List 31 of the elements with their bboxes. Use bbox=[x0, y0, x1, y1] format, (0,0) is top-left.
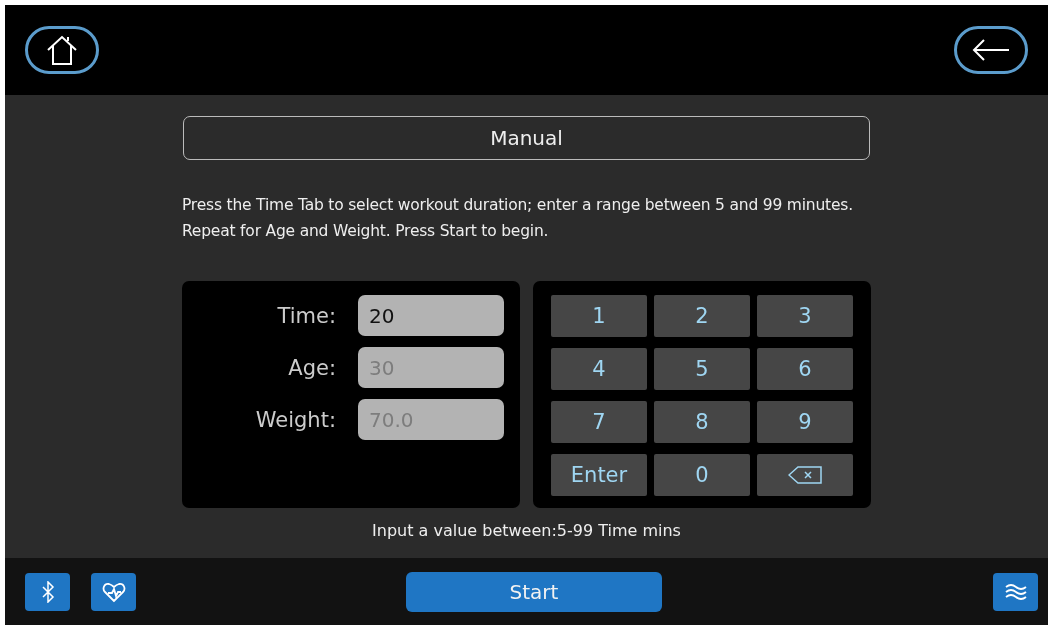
keypad-key[interactable]: 5 bbox=[654, 348, 750, 390]
field-label: Time: bbox=[276, 303, 336, 328]
backspace-key[interactable] bbox=[757, 454, 853, 496]
page-title: Manual bbox=[183, 116, 870, 160]
field-label: Age: bbox=[287, 355, 336, 380]
back-arrow-icon bbox=[971, 38, 1011, 62]
bluetooth-button[interactable] bbox=[25, 572, 70, 611]
keypad-key[interactable]: 4 bbox=[551, 348, 647, 390]
keypad-key[interactable]: 8 bbox=[654, 401, 750, 443]
keypad-key[interactable]: 7 bbox=[551, 401, 647, 443]
instructions-text: Press the Time Tab to select workout duration; enter a range between 5 and 99 minutes. Repeat for Age and Weight. Press Start to begin. bbox=[182, 195, 854, 242]
keypad-key[interactable]: Enter bbox=[551, 454, 647, 496]
bluetooth-icon bbox=[40, 580, 55, 603]
hint-text: Input a value between:5-99 Time mins bbox=[372, 521, 681, 540]
home-button[interactable] bbox=[25, 26, 99, 74]
keypad-key[interactable]: 6 bbox=[757, 348, 853, 390]
heart-rate-icon bbox=[101, 580, 126, 603]
back-button[interactable] bbox=[954, 26, 1028, 74]
field-label: Weight: bbox=[254, 407, 336, 432]
start-button[interactable]: Start bbox=[406, 571, 662, 612]
keypad-key[interactable]: 1 bbox=[551, 295, 647, 337]
input-field[interactable]: 20 bbox=[358, 295, 504, 336]
menu-button[interactable] bbox=[993, 572, 1038, 611]
home-icon bbox=[45, 33, 79, 67]
waves-icon bbox=[1003, 581, 1028, 602]
keypad-key[interactable]: 0 bbox=[654, 454, 750, 496]
keypad-key[interactable]: 2 bbox=[654, 295, 750, 337]
backspace-icon bbox=[788, 466, 822, 484]
heart-rate-button[interactable] bbox=[91, 572, 136, 611]
keypad-key[interactable]: 3 bbox=[757, 295, 853, 337]
keypad-key[interactable]: 9 bbox=[757, 401, 853, 443]
